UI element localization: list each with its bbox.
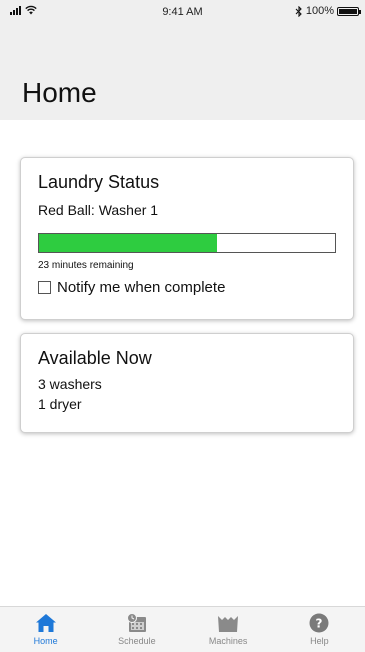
notify-toggle[interactable]: Notify me when complete (38, 279, 225, 296)
tab-schedule[interactable]: Schedule (91, 607, 182, 652)
available-now-card: Available Now 3 washers 1 dryer (20, 333, 354, 433)
battery-percent: 100% (305, 5, 334, 17)
page-title: Home (22, 77, 97, 108)
status-bar: 9:41 AM 100% (0, 0, 365, 22)
tab-machines-label: Machines (208, 636, 248, 646)
notify-label: Notify me when complete (57, 279, 226, 296)
status-right: 100% (295, 5, 361, 17)
bluetooth-icon (295, 5, 302, 17)
page-header: Home (0, 22, 365, 120)
progress-fill (39, 234, 217, 252)
progress-bar (38, 233, 336, 253)
available-dryers: 1 dryer (38, 396, 82, 412)
home-icon (35, 614, 56, 632)
washer-tub-icon (218, 616, 239, 632)
tab-help[interactable]: ? Help (274, 607, 365, 652)
tab-help-label: Help (310, 636, 329, 646)
machine-name: Red Ball: Washer 1 (38, 202, 159, 218)
tab-bar: Home Schedule Machines ? Help (0, 606, 365, 652)
time-remaining: 23 minutes remaining (38, 260, 134, 271)
available-now-title: Available Now (38, 348, 152, 368)
tab-home-label: Home (33, 636, 58, 646)
laundry-status-title: Laundry Status (38, 172, 160, 192)
help-icon: ? (309, 613, 329, 633)
laundry-status-card: Laundry Status Red Ball: Washer 1 23 min… (20, 157, 354, 320)
notify-checkbox[interactable] (38, 281, 51, 294)
available-washers: 3 washers (38, 376, 102, 392)
tab-schedule-label: Schedule (118, 636, 156, 646)
calendar-clock-icon (126, 613, 146, 632)
battery-icon (337, 6, 361, 16)
tab-machines[interactable]: Machines (183, 607, 274, 652)
tab-home[interactable]: Home (0, 607, 91, 652)
svg-text:?: ? (316, 617, 323, 631)
